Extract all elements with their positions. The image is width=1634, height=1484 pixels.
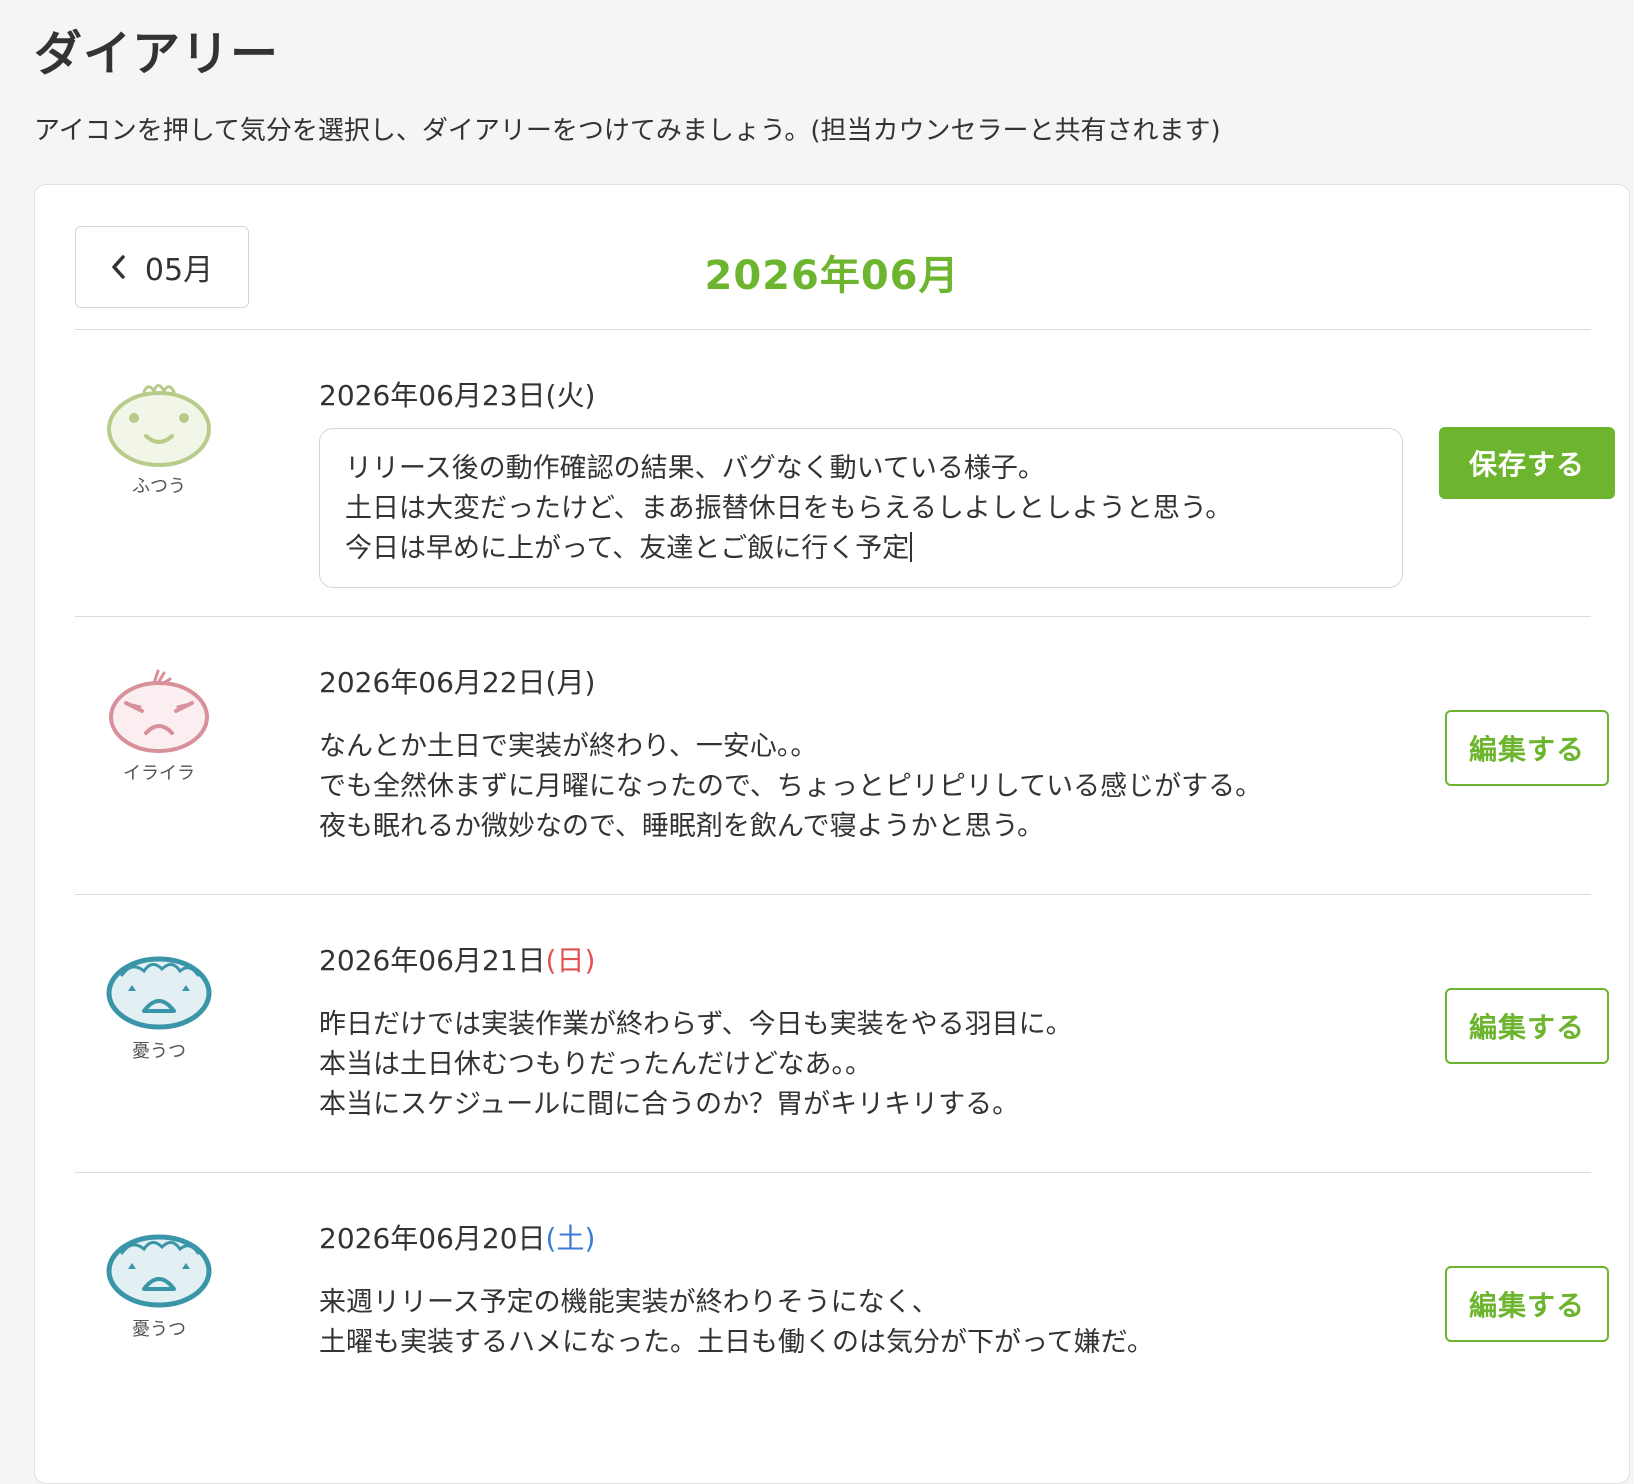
- entry-weekday: (土): [545, 1222, 596, 1255]
- diary-entry: 憂うつ 2026年06月20日(土) 来週リリース予定の機能実装が終わりそうにな…: [75, 1173, 1609, 1450]
- mood-label: ふつう: [132, 476, 186, 497]
- irritated-face-icon[interactable]: [102, 663, 216, 755]
- entry-weekday: (日): [545, 944, 596, 977]
- mood-label: 憂うつ: [132, 1041, 186, 1062]
- entry-date: 2026年06月22日(月): [319, 661, 595, 701]
- entry-date-text: 2026年06月21日: [319, 944, 546, 977]
- save-button[interactable]: 保存する: [1439, 427, 1615, 499]
- diary-textarea[interactable]: リリース後の動作確認の結果、バグなく動いている様子。 土日は大変だったけど、まあ…: [319, 428, 1403, 588]
- page-description: アイコンを押して気分を選択し、ダイアリーをつけてみましょう。(担当カウンセラーと…: [34, 116, 1221, 146]
- entry-date: 2026年06月23日(火): [319, 374, 595, 414]
- entry-weekday: (月): [545, 666, 596, 699]
- entry-text: 昨日だけでは実装作業が終わらず、今日も実装をやる羽目に。 本当は土日休むつもりだ…: [319, 1009, 1073, 1120]
- entry-date: 2026年06月21日(日): [319, 939, 595, 979]
- diary-entry: ふつう 2026年06月23日(火) リリース後の動作確認の結果、バグなく動いて…: [75, 330, 1615, 616]
- edit-button[interactable]: 編集する: [1445, 1266, 1609, 1342]
- entry-text: 来週リリース予定の機能実装が終わりそうになく、 土曜も実装するハメになった。土日…: [319, 1287, 1154, 1358]
- mood-selector[interactable]: 憂うつ: [97, 1219, 221, 1341]
- depressed-face-icon[interactable]: [102, 941, 216, 1033]
- mood-selector[interactable]: イライラ: [97, 663, 221, 785]
- page-title: ダイアリー: [34, 26, 280, 82]
- normal-face-icon[interactable]: [102, 376, 216, 468]
- mood-label: イライラ: [123, 763, 195, 784]
- mood-selector[interactable]: ふつう: [97, 376, 221, 498]
- current-month-title: 2026年06月: [704, 253, 960, 299]
- text-cursor: [910, 532, 913, 562]
- entry-date: 2026年06月20日(土): [319, 1217, 595, 1257]
- diary-card: 05月 2026年06月 ふつう 2026年06月23日(火) リリース後の動作…: [34, 184, 1630, 1484]
- diary-entry: 憂うつ 2026年06月21日(日) 昨日だけでは実装作業が終わらず、今日も実装…: [75, 895, 1609, 1172]
- mood-label: 憂うつ: [132, 1319, 186, 1340]
- entry-weekday: (火): [545, 379, 596, 412]
- depressed-face-icon[interactable]: [102, 1219, 216, 1311]
- entry-date-text: 2026年06月22日: [319, 666, 546, 699]
- diary-textarea-text: リリース後の動作確認の結果、バグなく動いている様子。 土日は大変だったけど、まあ…: [345, 453, 1233, 564]
- edit-button[interactable]: 編集する: [1445, 988, 1609, 1064]
- mood-selector[interactable]: 憂うつ: [97, 941, 221, 1063]
- entry-date-text: 2026年06月23日: [319, 379, 546, 412]
- diary-entry: イライラ 2026年06月22日(月) なんとか土日で実装が終わり、一安心。。 …: [75, 617, 1609, 894]
- entry-date-text: 2026年06月20日: [319, 1222, 546, 1255]
- entry-text: なんとか土日で実装が終わり、一安心。。 でも全然休まずに月曜になったので、ちょっ…: [319, 731, 1263, 842]
- edit-button[interactable]: 編集する: [1445, 710, 1609, 786]
